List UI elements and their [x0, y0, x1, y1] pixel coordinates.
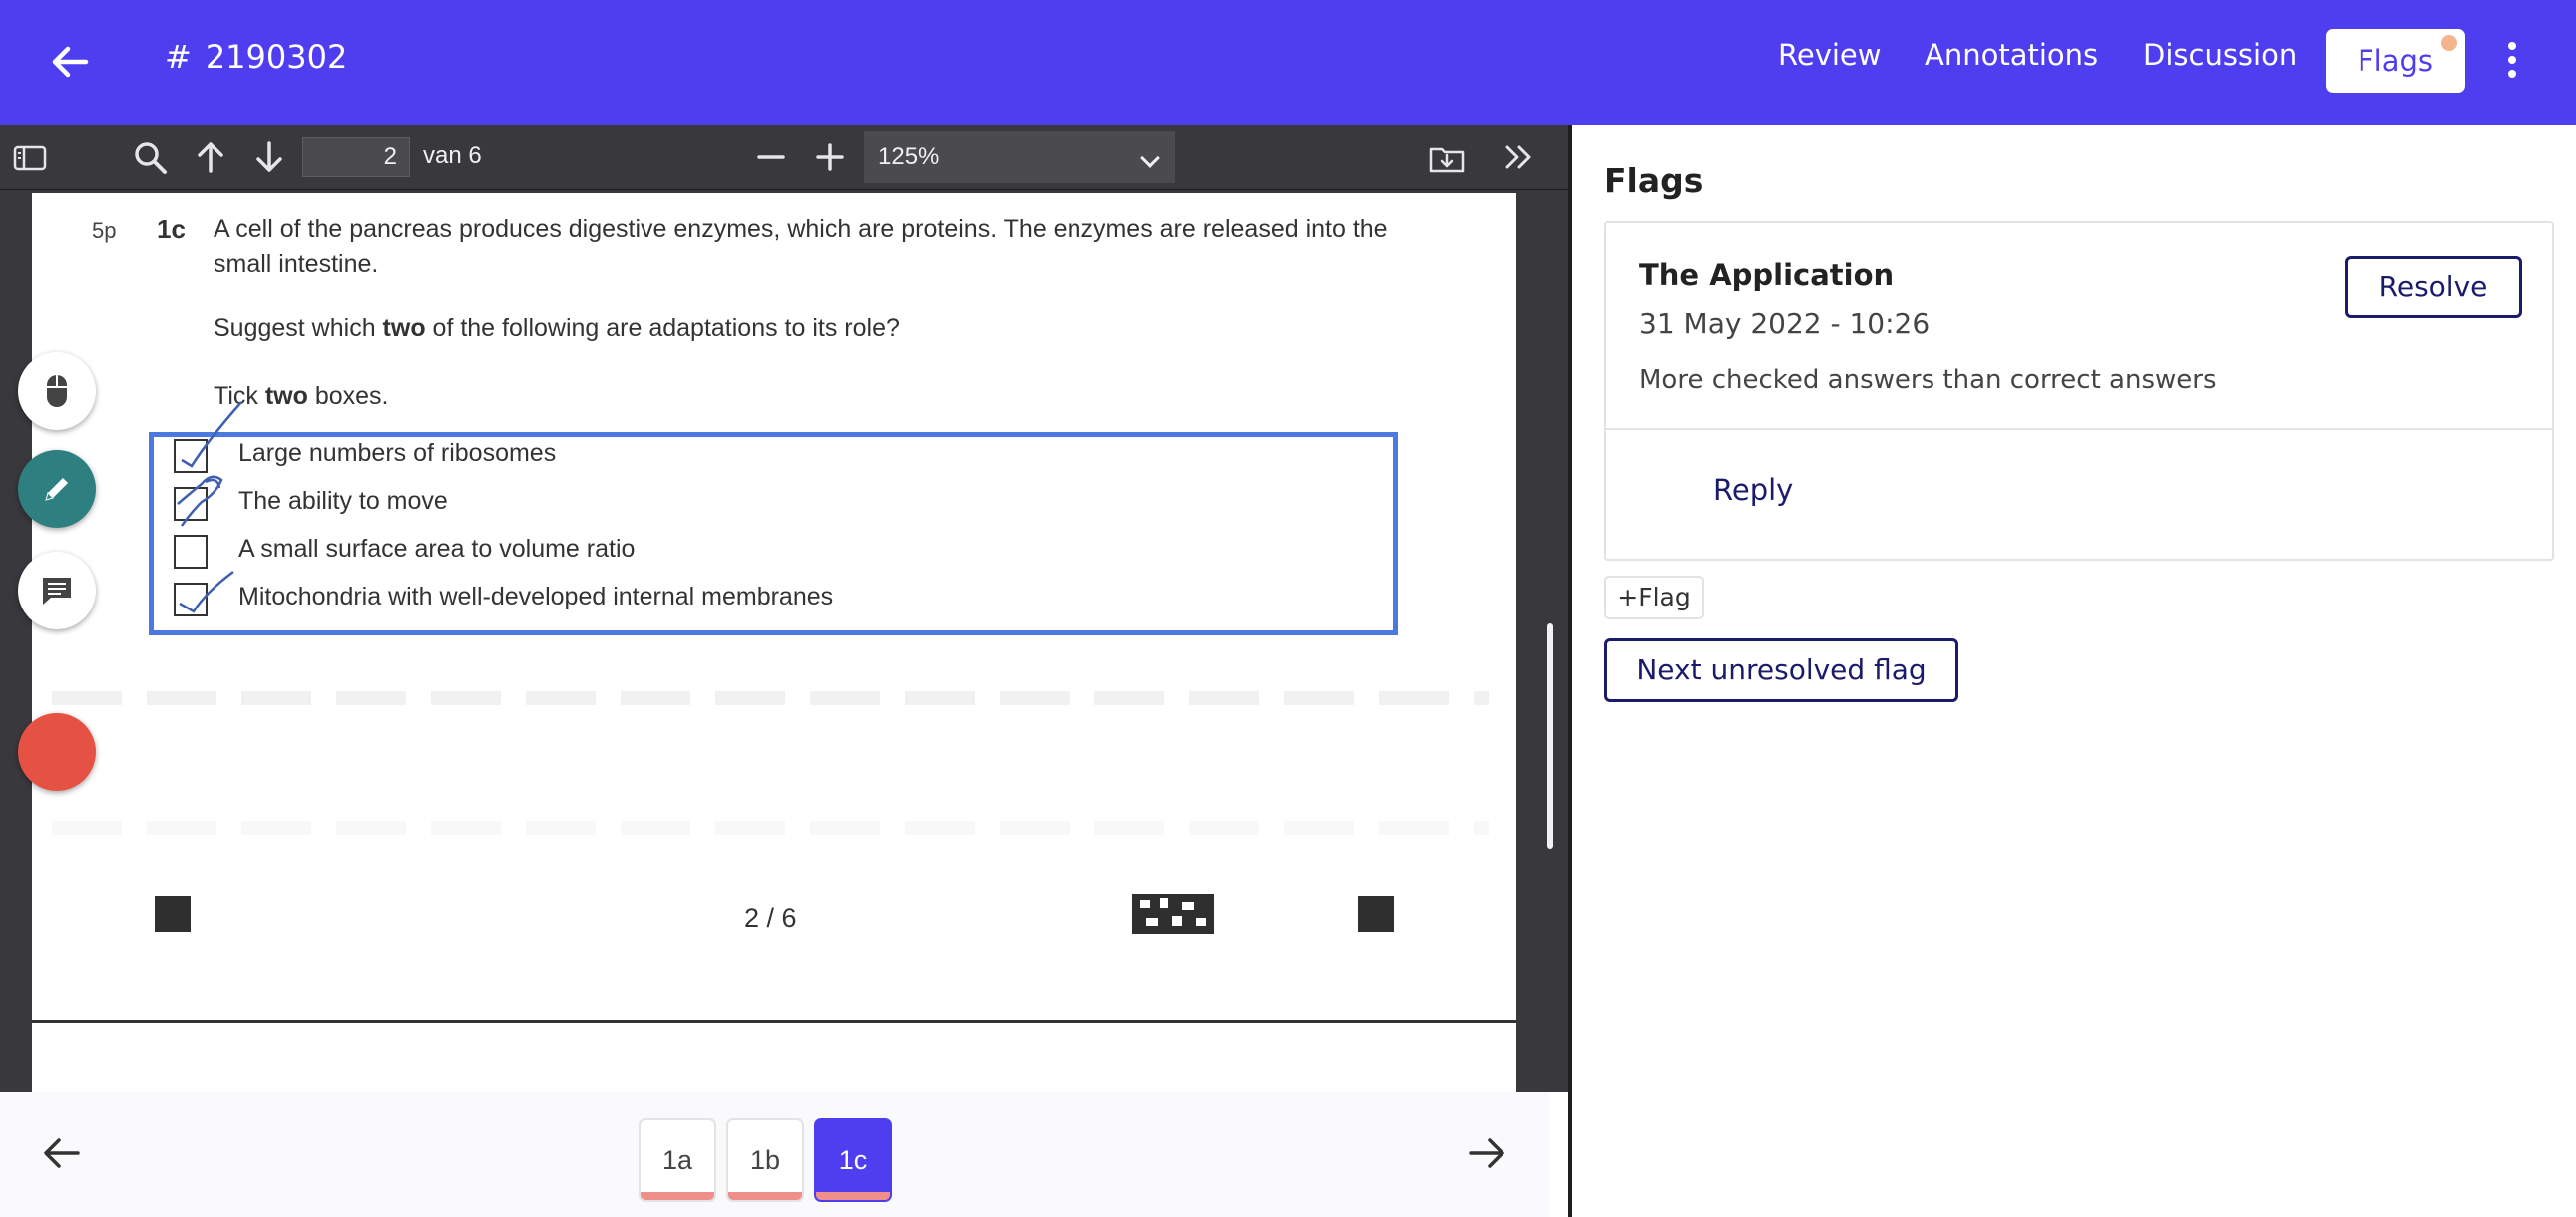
tick-bold: two — [264, 382, 308, 410]
mouse-pointer-tool-button[interactable] — [18, 352, 96, 430]
prompt-bold: two — [382, 314, 426, 342]
tick-part: Tick — [214, 382, 265, 410]
question-tab-label: 1c — [838, 1145, 868, 1175]
more-options-icon[interactable] — [2494, 36, 2530, 88]
notification-dot — [2441, 35, 2457, 51]
prompt-part: Suggest which — [214, 314, 383, 342]
page-number-input[interactable]: 2 — [302, 137, 410, 177]
question-status-bar — [728, 1192, 802, 1200]
back-arrow-icon[interactable] — [48, 40, 92, 84]
resolve-button[interactable]: Resolve — [2345, 256, 2522, 318]
pdf-viewer: 2 van 6 125% 5p 1c A cell of the pancrea… — [0, 125, 1568, 1092]
answer-checkbox[interactable] — [174, 439, 208, 473]
search-icon[interactable] — [130, 137, 170, 177]
flag-author: The Application — [1639, 258, 1895, 292]
answer-option-label: The ability to move — [238, 487, 448, 515]
answer-checkbox[interactable] — [174, 535, 208, 569]
question-tab-label: 1b — [749, 1145, 781, 1175]
answer-option: Mitochondria with well-developed interna… — [174, 579, 1271, 618]
card-divider — [1606, 428, 2552, 430]
question-tab-1c[interactable]: 1c — [814, 1118, 892, 1202]
pen-tool-button[interactable] — [18, 450, 96, 528]
add-flag-button[interactable]: +Flag — [1604, 576, 1704, 619]
tab-review[interactable]: Review — [1778, 38, 1881, 72]
question-tab-1b[interactable]: 1b — [726, 1118, 804, 1202]
answer-option: The ability to move — [174, 483, 1271, 523]
question-tab-1a[interactable]: 1a — [639, 1118, 716, 1202]
comment-tool-button[interactable] — [18, 552, 96, 629]
tab-annotations[interactable]: Annotations — [1925, 38, 2098, 72]
barcode-mark — [1132, 894, 1214, 934]
zoom-select[interactable]: 125% — [864, 131, 1175, 183]
faint-scan-line — [52, 821, 1489, 835]
question-text: A cell of the pancreas produces digestiv… — [214, 215, 1388, 278]
hash-symbol: # — [165, 38, 192, 76]
question-tab-label: 1a — [661, 1145, 693, 1175]
tab-discussion[interactable]: Discussion — [2143, 38, 2297, 72]
question-number: 1c — [157, 214, 186, 244]
flags-panel: Flags The Application 31 May 2022 - 10:2… — [1568, 125, 2576, 1217]
page-count-label: van 6 — [423, 142, 482, 169]
prompt-part: of the following are adaptations to its … — [425, 314, 900, 342]
answer-option-label: Mitochondria with well-developed interna… — [238, 583, 834, 610]
tab-flags[interactable]: Flags — [2326, 29, 2465, 93]
reply-button[interactable]: Reply — [1713, 473, 1793, 507]
zoom-in-icon[interactable] — [810, 137, 850, 177]
pdf-toolbar: 2 van 6 125% — [0, 125, 1568, 190]
registration-mark — [1358, 896, 1394, 932]
tab-flags-label: Flags — [2357, 44, 2434, 78]
panel-title: Flags — [1604, 161, 1704, 200]
pen-color-picker-button[interactable] — [18, 713, 96, 791]
flag-card: The Application 31 May 2022 - 10:26 More… — [1604, 221, 2554, 561]
next-question-arrow-icon[interactable] — [1463, 1129, 1510, 1177]
next-unresolved-flag-button[interactable]: Next unresolved flag — [1604, 638, 1958, 702]
page-footer-number: 2 / 6 — [744, 903, 797, 933]
flag-timestamp: 31 May 2022 - 10:26 — [1639, 307, 1931, 340]
sidebar-toggle-icon[interactable] — [10, 137, 50, 177]
answer-option-label: Large numbers of ribosomes — [238, 439, 557, 467]
pencil-icon — [45, 478, 68, 501]
flag-message: More checked answers than correct answer… — [1639, 365, 2217, 395]
chevron-down-icon — [1140, 148, 1160, 168]
panel-resize-handle[interactable] — [1547, 623, 1553, 849]
answer-checkbox[interactable] — [174, 583, 208, 616]
exam-title: #2190302 — [165, 38, 347, 76]
mouse-icon — [47, 375, 67, 407]
question-status-bar — [816, 1192, 890, 1200]
question-navigation: 1a 1b 1c — [0, 1092, 1549, 1217]
question-prompt: Suggest which two of the following are a… — [214, 314, 900, 343]
next-page-icon[interactable] — [249, 137, 289, 177]
pdf-page: 5p 1c A cell of the pancreas produces di… — [32, 193, 1516, 1020]
answer-option-label: A small surface area to volume ratio — [238, 535, 636, 563]
answer-option: A small surface area to volume ratio — [174, 531, 1271, 571]
next-page-preview — [32, 1023, 1516, 1092]
question-marks: 5p — [92, 218, 117, 243]
answer-checkbox[interactable] — [174, 487, 208, 521]
zoom-value: 125% — [878, 143, 940, 170]
exam-id: 2190302 — [205, 38, 348, 76]
faint-scan-line — [52, 691, 1489, 705]
registration-mark — [155, 896, 191, 932]
zoom-out-icon[interactable] — [751, 137, 791, 177]
previous-question-arrow-icon[interactable] — [38, 1129, 86, 1177]
answer-option: Large numbers of ribosomes — [174, 435, 1271, 475]
question-status-bar — [641, 1192, 714, 1200]
app-root: #2190302 Review Annotations Discussion F… — [0, 0, 2576, 1217]
top-app-bar: #2190302 Review Annotations Discussion F… — [0, 0, 2576, 125]
tick-instruction: Tick two boxes. — [214, 382, 389, 411]
tick-part: boxes. — [307, 382, 389, 410]
previous-page-icon[interactable] — [191, 137, 230, 177]
save-to-folder-icon[interactable] — [1427, 137, 1467, 177]
more-tools-icon[interactable] — [1500, 137, 1539, 177]
comment-icon — [43, 578, 71, 605]
